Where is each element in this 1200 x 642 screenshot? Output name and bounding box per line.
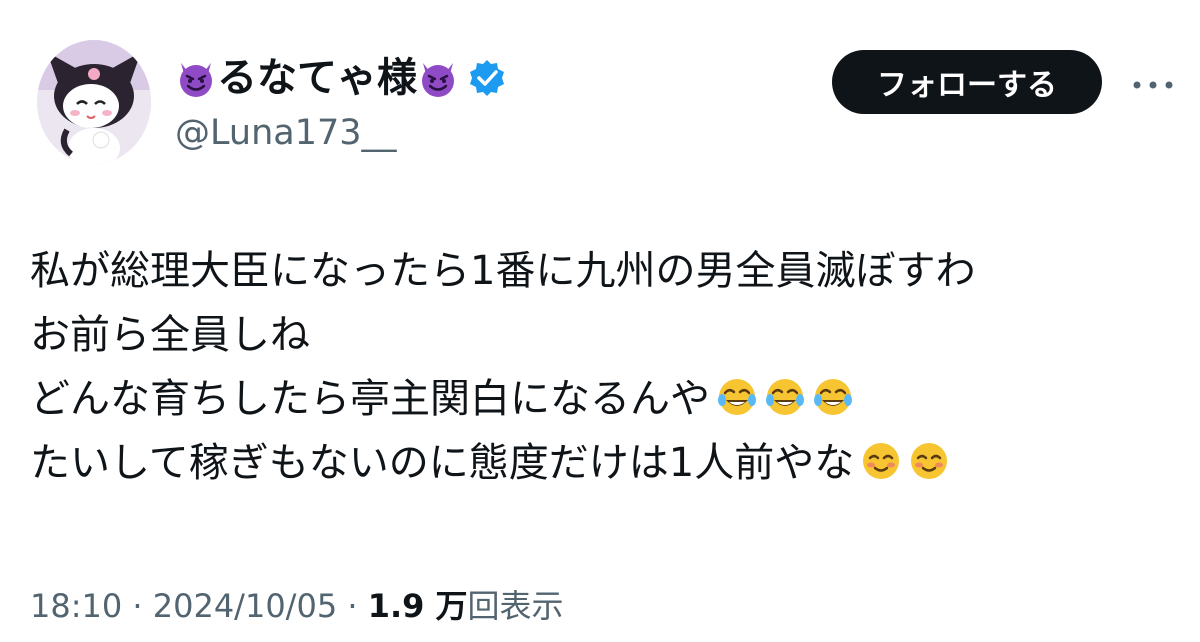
tweet-date[interactable]: 2024/10/05 [153, 587, 337, 625]
follow-button[interactable]: フォローする [832, 50, 1102, 114]
tweet-time[interactable]: 18:10 [30, 587, 122, 625]
meta-separator: · [337, 587, 368, 625]
display-name-row[interactable]: るなてゃ様 [175, 50, 815, 106]
avatar[interactable] [37, 40, 151, 164]
tweet-line-text: たいして稼ぎもないのに態度だけは1人前やな [30, 440, 855, 486]
smiling-devil-icon [417, 57, 459, 99]
verified-badge-icon[interactable] [467, 58, 507, 98]
tweet-line: どんな育ちしたら亭主関白になるんや [30, 367, 1170, 431]
tweet-line: 私が総理大臣になったら1番に九州の男全員滅ぼすわ [30, 239, 1170, 303]
tweet-line-text: 私が総理大臣になったら1番に九州の男全員滅ぼすわ [30, 248, 976, 294]
tweet-meta: 18:10 · 2024/10/05 · 1.9 万回表示 [30, 584, 564, 628]
kuromi-avatar-image [37, 40, 151, 164]
tweet-line: たいして稼ぎもないのに態度だけは1人前やな [30, 431, 1170, 495]
tweet-line: お前ら全員しね [30, 303, 1170, 367]
tweet-line-text: どんな育ちしたら亭主関白になるんや [30, 376, 710, 422]
tweet-header: るなてゃ様 @Luna173__ フォローする [37, 40, 1177, 170]
user-identity: るなてゃ様 @Luna173__ [175, 50, 815, 156]
views-label: 回表示 [467, 587, 564, 625]
smiling-devil-icon [175, 57, 217, 99]
face-with-tears-of-joy-icon [716, 373, 758, 415]
tweet-line-text: お前ら全員しね [30, 312, 310, 358]
face-with-tears-of-joy-icon [812, 373, 854, 415]
user-handle[interactable]: @Luna173__ [175, 110, 815, 156]
views-count[interactable]: 1.9 万 [368, 587, 468, 625]
smiling-face-icon [908, 437, 950, 479]
tweet-text: 私が総理大臣になったら1番に九州の男全員滅ぼすわ お前ら全員しね どんな育ちした… [30, 239, 1170, 495]
display-name: るなてゃ様 [217, 55, 417, 101]
more-dots-icon[interactable] [1130, 70, 1176, 100]
face-with-tears-of-joy-icon [764, 373, 806, 415]
meta-separator: · [122, 587, 153, 625]
smiling-face-icon [860, 437, 902, 479]
